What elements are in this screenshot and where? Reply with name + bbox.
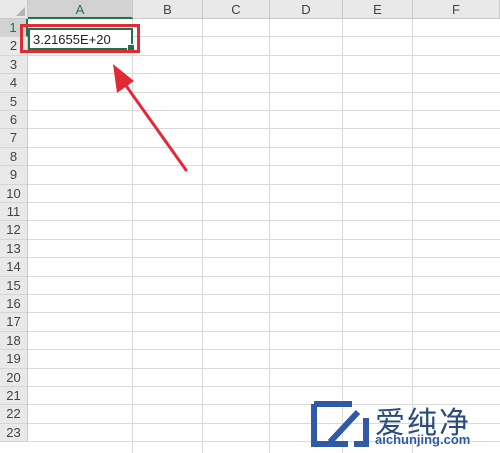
annotation-arrow-icon [113, 64, 188, 172]
watermark: 爱纯净 aichunjing.com [308, 398, 498, 450]
watermark-url: aichunjing.com [375, 432, 471, 447]
watermark-logo-icon [311, 401, 369, 447]
